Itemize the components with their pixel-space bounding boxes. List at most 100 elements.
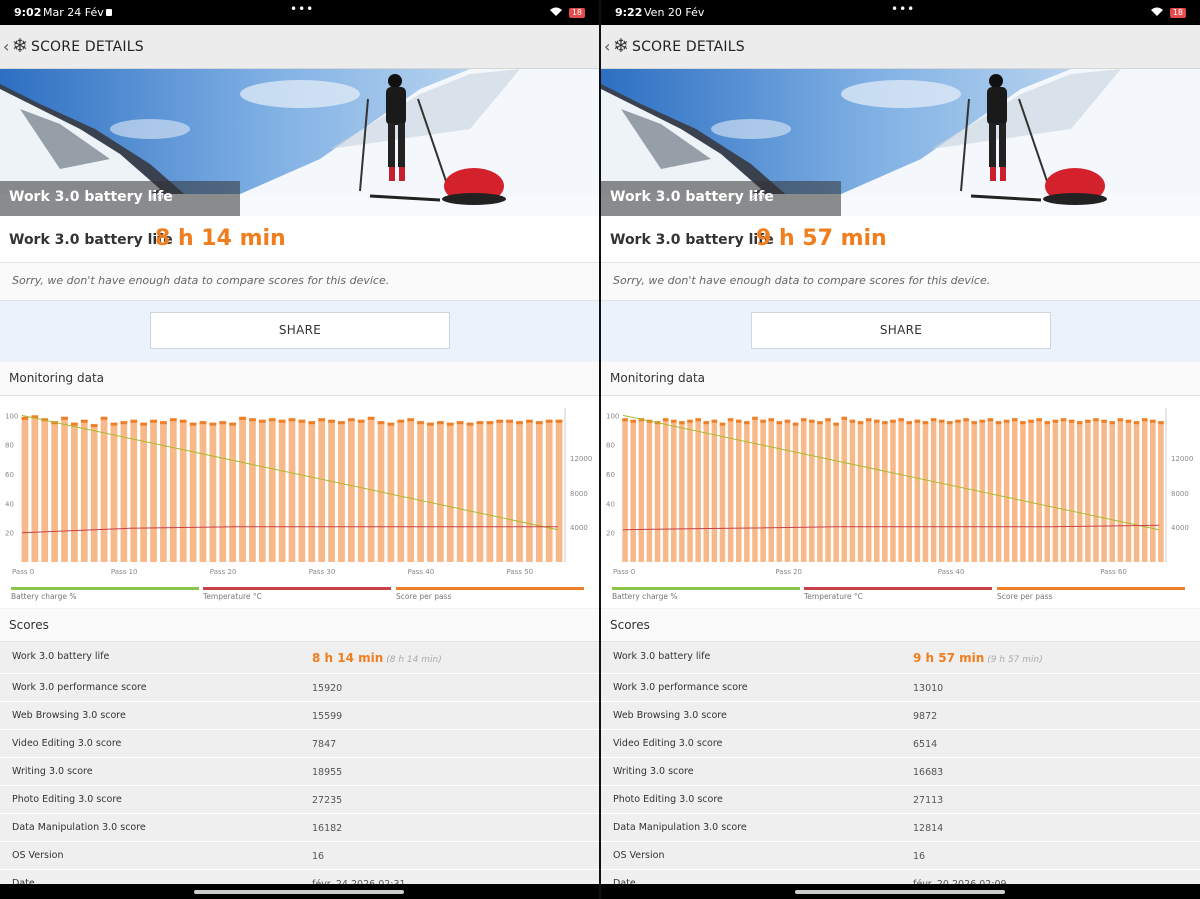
score-bar-cap [555, 419, 563, 423]
left-tick-label: 40 [606, 500, 615, 508]
score-bar-cap [825, 418, 831, 422]
score-bar [898, 418, 904, 562]
monitoring-chart: 100 80 60 40 20 12000 8000 4000 Pass 0 Pass 20 Pas… [601, 396, 1200, 608]
score-bar-cap [80, 419, 88, 423]
compare-note: Sorry, we don't have enough data to comp… [601, 263, 1200, 301]
left-tick-label: 80 [5, 442, 14, 450]
score-value: 9 h 57 min (9 h 57 min) [913, 651, 1043, 665]
score-bar-cap [1117, 418, 1124, 422]
score-bar [466, 422, 474, 562]
score-value-text: 16 [312, 851, 325, 862]
back-arrow-icon[interactable]: ‹ [3, 37, 9, 56]
scores-table: Work 3.0 battery life 8 h 14 min (8 h 14 m… [0, 643, 599, 898]
score-value: 16 [913, 851, 925, 862]
score-bar [874, 419, 880, 562]
share-area: SHARE [0, 301, 599, 361]
status-time: 9:02 [14, 6, 42, 19]
score-bar [308, 421, 316, 562]
hero-label: Work 3.0 battery life 3.0 [0, 181, 240, 216]
left-tick-label: 80 [606, 442, 615, 450]
score-bar-cap [90, 424, 98, 428]
score-bar-cap [526, 419, 533, 423]
score-bar [752, 416, 758, 562]
home-indicator[interactable] [795, 890, 1005, 894]
score-value: 13010 [913, 683, 943, 694]
back-arrow-icon[interactable]: ‹ [604, 37, 610, 56]
score-bar [199, 421, 207, 562]
score-bar [695, 418, 701, 562]
scores-title: Scores [610, 618, 650, 632]
score-bar [906, 421, 912, 562]
score-bar-cap [768, 418, 774, 422]
score-bar [865, 418, 872, 562]
score-bar-cap [367, 416, 375, 420]
score-bar-cap [71, 422, 78, 426]
score-value-text: 27113 [913, 795, 944, 806]
score-bar [51, 421, 58, 562]
score-bar [817, 421, 823, 562]
score-row: Work 3.0 battery life 8 h 14 min (8 h 14 m… [0, 643, 599, 674]
score-label: Web Browsing 3.0 score [613, 710, 727, 721]
score-bar [630, 419, 636, 562]
score-row: Video Editing 3.0 score 7847 [0, 730, 599, 758]
score-bar-cap [466, 422, 474, 426]
score-label: Photo Editing 3.0 score [613, 794, 723, 805]
score-bar-cap [841, 416, 848, 420]
legend-temperature-label: Temperature °C [202, 592, 262, 601]
share-button[interactable]: SHARE [150, 312, 450, 349]
left-tick-label: 60 [606, 471, 615, 479]
score-label: Video Editing 3.0 score [12, 738, 122, 749]
score-bar-cap [160, 421, 167, 425]
score-bar-cap [496, 419, 504, 423]
score-bar [160, 421, 167, 562]
score-bar [328, 419, 335, 562]
score-bar [258, 419, 266, 562]
score-bar-cap [150, 419, 157, 423]
x-tick-label: Pass 40 [938, 568, 965, 576]
score-value-text: 16 [913, 851, 926, 862]
score-bar-cap [1036, 418, 1042, 422]
score-bar-cap [890, 419, 896, 423]
score-bar-cap [963, 418, 969, 422]
score-bar-cap [437, 421, 444, 425]
score-value-text: 6514 [913, 739, 938, 750]
multitask-dots-icon[interactable]: ••• [290, 2, 314, 16]
score-bar [120, 421, 128, 562]
legend-score-per-pass-label: Score per pass [997, 592, 1052, 601]
score-bar [947, 421, 953, 562]
battery-badge: 18 [568, 8, 585, 18]
score-row: Photo Editing 3.0 score 27113 [601, 786, 1200, 814]
score-label: OS Version [613, 850, 665, 861]
score-bar [930, 418, 937, 562]
score-value-text: 16683 [913, 767, 944, 778]
score-bar-cap [506, 419, 513, 423]
score-bar-cap [298, 419, 306, 423]
score-bar-cap [865, 418, 872, 422]
left-tick-label: 100 [5, 412, 18, 420]
score-bar [979, 419, 986, 562]
multitask-dots-icon[interactable]: ••• [891, 2, 915, 16]
score-row: OS Version 16 [601, 842, 1200, 870]
score-bar-cap [1093, 418, 1099, 422]
score-bar-cap [239, 416, 246, 420]
home-indicator[interactable] [194, 890, 404, 894]
score-bar-cap [219, 421, 227, 425]
score-bar-cap [130, 419, 138, 423]
score-value-text: 12814 [913, 823, 944, 834]
score-bar-cap [209, 422, 217, 426]
result-row: Work 3.0 battery life 9 h 57 min [601, 216, 1200, 263]
score-bar [318, 418, 326, 562]
score-bar-cap [21, 416, 29, 420]
compare-note-text: Sorry, we don't have enough data to comp… [12, 274, 390, 287]
score-bar [249, 418, 256, 562]
legend-temperature-swatch [203, 587, 391, 590]
score-bar-cap [120, 421, 128, 425]
score-value-text: 18955 [312, 767, 343, 778]
score-label: Writing 3.0 score [613, 766, 694, 777]
share-button[interactable]: SHARE [751, 312, 1051, 349]
score-bar-cap [338, 421, 345, 425]
app-bar: ‹ ❄ SCORE DETAILS [601, 25, 1200, 69]
score-bar-cap [849, 419, 856, 423]
score-value-text: 8 h 14 min [312, 651, 384, 665]
score-bar-cap [417, 421, 424, 425]
